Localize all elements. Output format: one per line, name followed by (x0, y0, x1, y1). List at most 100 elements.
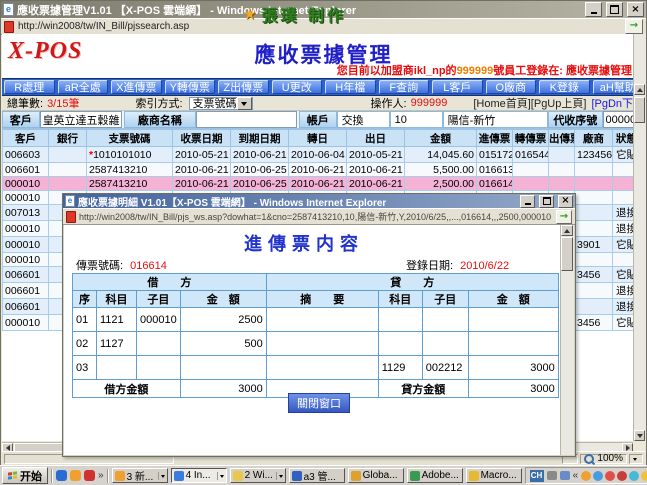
chevron-down-icon[interactable] (217, 472, 224, 480)
grid-cell[interactable] (575, 221, 613, 237)
grid-cell[interactable]: 3901 (575, 237, 613, 253)
toolbar-button[interactable]: K登錄 (539, 80, 590, 94)
grid-cell[interactable] (575, 163, 613, 177)
overflow-chevron[interactable]: » (98, 470, 104, 481)
tray-icon-5[interactable] (629, 471, 639, 481)
grid-cell[interactable]: 3456 (575, 267, 613, 283)
messenger-quicklaunch-icon[interactable] (70, 470, 81, 481)
toolbar-button[interactable]: Y轉傳票 (165, 80, 216, 94)
toolbar-button[interactable]: U更改 (272, 80, 323, 94)
tray-icon-3[interactable] (605, 471, 615, 481)
grid-cell[interactable]: 2010-06-21 (289, 163, 347, 177)
grid-cell[interactable]: 2010-06-21 (347, 163, 405, 177)
taskbar-button[interactable]: Adobe... (407, 468, 463, 483)
zoom-control[interactable]: 100% (580, 454, 627, 464)
chevron-down-icon[interactable] (237, 97, 252, 110)
go-refresh-icon[interactable]: → (625, 19, 643, 34)
grid-cell[interactable]: 000010 (3, 221, 49, 237)
taskbar-button[interactable]: 3 新... (112, 468, 168, 483)
table-row[interactable]: 00001025874132102010-06-212010-06-252010… (3, 177, 641, 191)
nav-pgup-link[interactable]: [PgUp上頁] (531, 95, 587, 111)
dialog-close-button[interactable]: × (558, 195, 573, 208)
dialog-scrollbar[interactable] (560, 225, 574, 455)
scroll-down-arrow-icon[interactable] (634, 430, 645, 441)
grid-cell[interactable] (549, 147, 575, 163)
grid-cell[interactable]: 2010-06-25 (231, 163, 289, 177)
table-row[interactable]: 00660125874132102010-06-212010-06-252010… (3, 163, 641, 177)
qq-quicklaunch-icon[interactable] (84, 470, 95, 481)
taskbar-button[interactable]: a3 管... (289, 468, 345, 483)
scroll-up-arrow-icon[interactable] (634, 84, 645, 95)
grid-cell[interactable]: 2010-06-04 (289, 147, 347, 163)
grid-cell[interactable]: 2587413210 (87, 163, 173, 177)
tray-chevron[interactable]: « (573, 470, 579, 481)
grid-cell[interactable]: 14,045.60 (405, 147, 477, 163)
taskbar-button[interactable]: Macro... (466, 468, 522, 483)
grid-cell[interactable] (575, 253, 613, 267)
grid-cell[interactable] (575, 283, 613, 299)
grid-cell[interactable] (549, 163, 575, 177)
help-icon[interactable] (560, 471, 570, 480)
start-button[interactable]: 开始 (2, 467, 48, 484)
grid-cell[interactable]: 2010-06-21 (289, 177, 347, 191)
taskbar-button[interactable]: 2 Wi... (230, 468, 286, 483)
dialog-titlebar[interactable]: e 應收票據明細 V1.01【X-POS 雲端網】 - Windows Inte… (63, 194, 575, 208)
grid-cell[interactable] (575, 177, 613, 191)
vendor-name-input[interactable] (196, 111, 297, 128)
grid-cell[interactable] (513, 163, 549, 177)
toolbar-button[interactable]: Z出傳票 (218, 80, 269, 94)
grid-cell[interactable]: 006601 (3, 283, 49, 299)
grid-cell[interactable]: 2,500.00 (405, 177, 477, 191)
go-refresh-icon[interactable]: → (556, 210, 572, 224)
grid-cell[interactable]: 2010-06-21 (173, 177, 231, 191)
vertical-scroll-thumb[interactable] (634, 97, 645, 123)
zoom-dropdown[interactable] (629, 454, 643, 464)
chevron-down-icon[interactable] (276, 472, 283, 480)
grid-cell[interactable]: 3456 (575, 315, 613, 331)
grid-cell[interactable] (575, 191, 613, 205)
grid-cell[interactable]: 5,500.00 (405, 163, 477, 177)
ie-quicklaunch-icon[interactable] (56, 470, 67, 481)
grid-cell[interactable]: 2010-06-21 (173, 163, 231, 177)
scroll-up-arrow-icon[interactable] (561, 225, 573, 236)
grid-cell[interactable]: 000010 (3, 237, 49, 253)
dialog-minimize-button[interactable] (520, 195, 535, 208)
printer-icon[interactable] (547, 471, 557, 480)
tray-icon-2[interactable] (593, 471, 603, 481)
grid-cell[interactable]: 006601 (3, 299, 49, 315)
grid-cell[interactable]: 000010 (3, 177, 49, 191)
grid-cell[interactable]: 2010-05-21 (347, 147, 405, 163)
maximize-button[interactable] (606, 2, 623, 17)
close-window-button[interactable]: 關閉窗口 (288, 393, 350, 413)
tray-icon-1[interactable] (581, 471, 591, 481)
address-url[interactable]: http://win2008/tw/IN_Bill/pjssearch.asp (18, 21, 621, 32)
grid-cell[interactable]: 000010 (3, 315, 49, 331)
grid-cell[interactable] (575, 205, 613, 221)
grid-cell[interactable]: 000010 (3, 253, 49, 267)
ime-indicator[interactable]: CH (530, 470, 544, 482)
chevron-down-icon[interactable] (158, 472, 165, 480)
main-window-titlebar[interactable]: e 應收票據管理V1.01 【X-POS 雲端網】 - Windows Inte… (1, 1, 646, 18)
grid-cell[interactable]: 2010-06-21 (231, 147, 289, 163)
grid-cell[interactable]: 2010-05-21 (173, 147, 231, 163)
index-mode-select[interactable]: 支票號碼 (189, 97, 253, 110)
grid-cell[interactable] (513, 177, 549, 191)
toolbar-button[interactable]: H年檔 (325, 80, 376, 94)
toolbar-button[interactable]: R處理 (4, 80, 55, 94)
grid-cell[interactable] (549, 177, 575, 191)
nav-home-link[interactable]: [Home首頁] (473, 95, 530, 111)
grid-cell[interactable]: 2010-06-21 (347, 177, 405, 191)
tray-icon-6[interactable] (641, 471, 647, 481)
close-button[interactable]: × (627, 2, 644, 17)
grid-cell[interactable]: 006603 (3, 147, 49, 163)
minimize-button[interactable] (585, 2, 602, 17)
toolbar-button[interactable]: L客戶 (432, 80, 483, 94)
grid-cell[interactable]: 016544 (513, 147, 549, 163)
tray-icon-4[interactable] (617, 471, 627, 481)
taskbar-button[interactable]: 4 In... (171, 468, 227, 483)
address-bar[interactable]: http://win2008/tw/IN_Bill/pjssearch.asp … (1, 18, 646, 35)
customer-input[interactable]: 皇英立達五穀雜 (40, 111, 123, 128)
grid-cell[interactable]: 016613 (477, 163, 513, 177)
grid-cell[interactable]: 000010 (3, 191, 49, 205)
grid-cell[interactable]: 007013 (3, 205, 49, 221)
